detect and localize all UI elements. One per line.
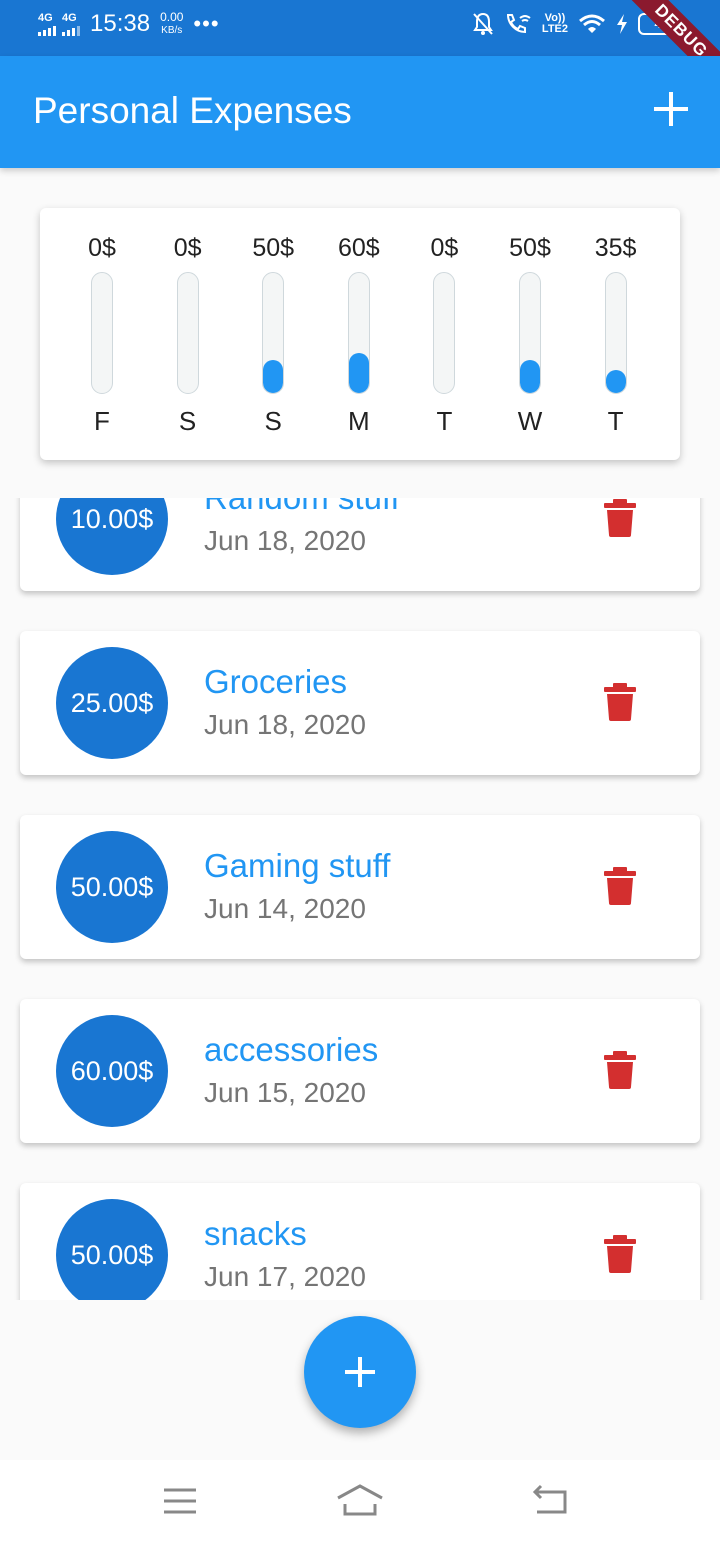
bar-amount-label: 0$ [430,234,459,262]
bar-day-label: S [264,406,282,436]
transaction-card[interactable]: 50.00$ snacks Jun 17, 2020 [20,1183,700,1300]
trash-icon [604,867,636,905]
transaction-title: Gaming stuff [204,847,391,884]
trash-icon [604,499,636,537]
bar-amount-label: 0$ [173,234,202,262]
bar-fill [605,370,626,393]
network-speed: 0.00 KB/s [160,10,183,38]
transaction-amount-avatar: 50.00$ [56,831,168,943]
network-type-1: 4G [38,11,53,24]
bar-track [519,272,541,394]
wifi-call-icon [506,14,531,34]
transaction-date: Jun 18, 2020 [204,709,366,740]
bar-day-label: T [607,406,624,436]
network-type-2: 4G [62,11,77,24]
bar-track [176,272,199,394]
transaction-title: snacks [204,1215,307,1252]
chart-bar-5: 50$ W [490,208,570,460]
transaction-amount-avatar: 10.00$ [56,498,168,575]
bar-amount-label: 60$ [337,234,380,262]
chart-bar-6: 35$ T [576,208,656,460]
transaction-list[interactable]: 10.00$ Random stuff Jun 18, 2020 25.00$ Groc… [0,498,720,1300]
transaction-card[interactable]: 60.00$ accessories Jun 15, 2020 [20,999,700,1143]
page-title: Personal Expenses [33,90,352,131]
bar-track [604,272,627,394]
bar-day-label: S [178,406,197,436]
speed-unit: KB/s [161,25,183,36]
transaction-card[interactable]: 10.00$ Random stuff Jun 18, 2020 [20,498,700,591]
bar-fill [520,360,540,393]
trash-icon [604,1235,636,1273]
bar-amount-label: 35$ [594,234,637,262]
transaction-title: Groceries [204,663,348,700]
signal-icon: 4G [38,11,56,36]
back-icon [532,1484,567,1514]
transaction-date: Jun 18, 2020 [204,525,366,556]
add-transaction-button[interactable] [654,92,688,126]
transaction-date: Jun 17, 2020 [204,1261,366,1292]
bar-track [347,272,370,394]
chart-bar-4: 0$ T [404,208,484,460]
menu-icon [164,1488,196,1514]
more-notifications-icon: ••• [193,11,220,36]
trash-icon [604,683,636,721]
delete-button[interactable] [602,867,638,905]
lte-label: LTE2 [541,23,568,35]
trash-icon [604,1051,636,1089]
chart-bar-2: 50$ S [233,208,313,460]
add-transaction-fab[interactable] [304,1316,416,1428]
transaction-date: Jun 15, 2020 [204,1077,366,1108]
delete-button[interactable] [602,499,638,537]
bar-day-label: F [94,406,110,436]
transaction-date: Jun 14, 2020 [204,893,366,924]
bar-track [262,272,285,394]
transaction-amount-avatar: 25.00$ [56,647,168,759]
transaction-card[interactable]: 25.00$ Groceries Jun 18, 2020 [20,631,700,775]
chart-bar-3: 60$ M [319,208,399,460]
bar-day-label: W [517,406,543,436]
bar-amount-label: 50$ [252,234,295,262]
bar-day-label: T [436,406,453,436]
app-bar: Personal Expenses [0,56,720,168]
status-time: 15:38 [90,10,151,37]
system-nav-bar [0,1460,720,1544]
home-icon [337,1484,383,1516]
signal-icon: 4G [62,11,80,36]
menu-button[interactable] [155,1480,205,1520]
transaction-amount-avatar: 60.00$ [56,1015,168,1127]
bar-fill [263,360,284,393]
delete-button[interactable] [602,1051,638,1089]
wifi-icon [579,14,605,33]
back-button[interactable] [525,1480,575,1520]
bar-track [433,272,456,394]
charging-icon [617,14,627,34]
chart-bar-0: 0$ F [62,208,142,460]
bar-fill [348,353,369,393]
bar-amount-label: 50$ [509,234,551,262]
mute-bell-icon [473,12,493,35]
transaction-title: accessories [204,1031,379,1068]
transaction-title: Random stuff [204,498,400,517]
transaction-card[interactable]: 50.00$ Gaming stuff Jun 14, 2020 [20,815,700,959]
lte-indicator: Vo)) LTE2 [542,13,568,35]
transaction-amount-avatar: 50.00$ [56,1199,168,1300]
bar-amount-label: 0$ [88,234,116,262]
bar-day-label: M [347,406,370,436]
home-button[interactable] [335,1480,385,1520]
speed-value: 0.00 [160,10,184,24]
weekly-chart: 0$ F 0$ S 50$ S 60$ M 0$ T 50$ W 35$ T [40,208,680,460]
bar-track [91,272,113,394]
delete-button[interactable] [602,1235,638,1273]
delete-button[interactable] [602,683,638,721]
status-bar: 4G 4G 15:38 0.00 KB/s ••• Vo)) LTE2 DEBU… [0,0,720,94]
chart-bar-1: 0$ S [148,208,228,460]
